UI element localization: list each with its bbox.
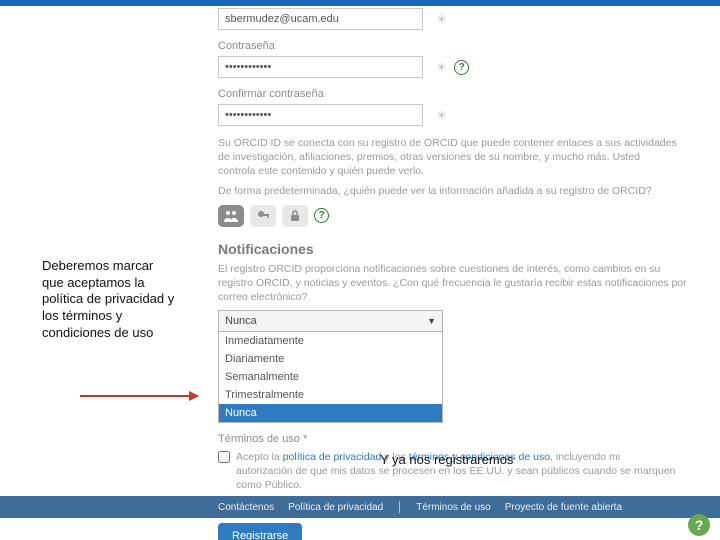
help-icon[interactable]: ? — [454, 60, 469, 75]
help-icon[interactable]: ? — [314, 208, 329, 223]
privacy-policy-link[interactable]: política de privacidad — [283, 451, 382, 463]
frequency-option[interactable]: Trimestralmente — [219, 386, 442, 404]
notifications-heading: Notificaciones — [218, 241, 688, 257]
terms-checkbox[interactable] — [218, 451, 230, 463]
footer-privacy-link[interactable]: Política de privacidad — [288, 502, 383, 513]
frequency-options: Inmediatamente Diariamente Semanalmente … — [218, 332, 443, 423]
visibility-public-icon[interactable] — [218, 205, 244, 227]
frequency-option[interactable]: Inmediatamente — [219, 332, 442, 350]
required-icon: ✳ — [437, 109, 446, 122]
frequency-option-selected[interactable]: Nunca — [219, 404, 442, 422]
visibility-toggle: ? — [218, 205, 688, 227]
annotation-terms: Deberemos marcar que aceptamos la políti… — [42, 258, 178, 341]
visibility-trusted-icon[interactable] — [250, 205, 276, 227]
annotation-arrow-icon — [80, 395, 198, 397]
password-label: Contraseña — [218, 40, 688, 52]
visibility-question: De forma predeterminada, ¿quién puede ve… — [218, 185, 688, 197]
footer-terms-link[interactable]: Términos de uso — [416, 502, 490, 513]
help-fab-icon[interactable]: ? — [688, 514, 710, 536]
frequency-option[interactable]: Diariamente — [219, 350, 442, 368]
visibility-private-icon[interactable] — [282, 205, 308, 227]
footer-opensource-link[interactable]: Proyecto de fuente abierta — [505, 502, 622, 513]
notifications-body: El registro ORCID proporciona notificaci… — [218, 262, 688, 305]
confirm-password-label: Confirmar contraseña — [218, 88, 688, 100]
email-row: sbermudez@ucam.edu ✳ — [218, 8, 688, 30]
required-icon: ✳ — [437, 13, 446, 26]
terms-text-pre: Acepto la — [236, 451, 283, 463]
password-input[interactable] — [218, 56, 423, 78]
footer-bar: Contáctenos Política de privacidad Térmi… — [0, 496, 720, 518]
frequency-selected: Nunca — [225, 315, 257, 327]
annotation-register: Y ya nos registraremos — [380, 452, 513, 467]
password-row: ✳ ? — [218, 56, 688, 78]
orcid-description: Su ORCID ID se conecta con su registro d… — [218, 136, 678, 179]
confirm-password-row: ✳ — [218, 104, 688, 126]
required-icon: ✳ — [437, 61, 446, 74]
email-input[interactable]: sbermudez@ucam.edu — [218, 8, 423, 30]
chevron-down-icon: ▼ — [427, 316, 436, 326]
register-button[interactable]: Registrarse — [218, 523, 302, 540]
confirm-password-input[interactable] — [218, 104, 423, 126]
footer-contact-link[interactable]: Contáctenos — [218, 502, 274, 513]
footer-separator — [399, 501, 400, 513]
frequency-select[interactable]: Nunca ▼ — [218, 310, 443, 332]
frequency-option[interactable]: Semanalmente — [219, 368, 442, 386]
top-accent-bar — [0, 0, 720, 6]
terms-heading: Términos de uso * — [218, 433, 688, 445]
email-value: sbermudez@ucam.edu — [225, 13, 339, 25]
